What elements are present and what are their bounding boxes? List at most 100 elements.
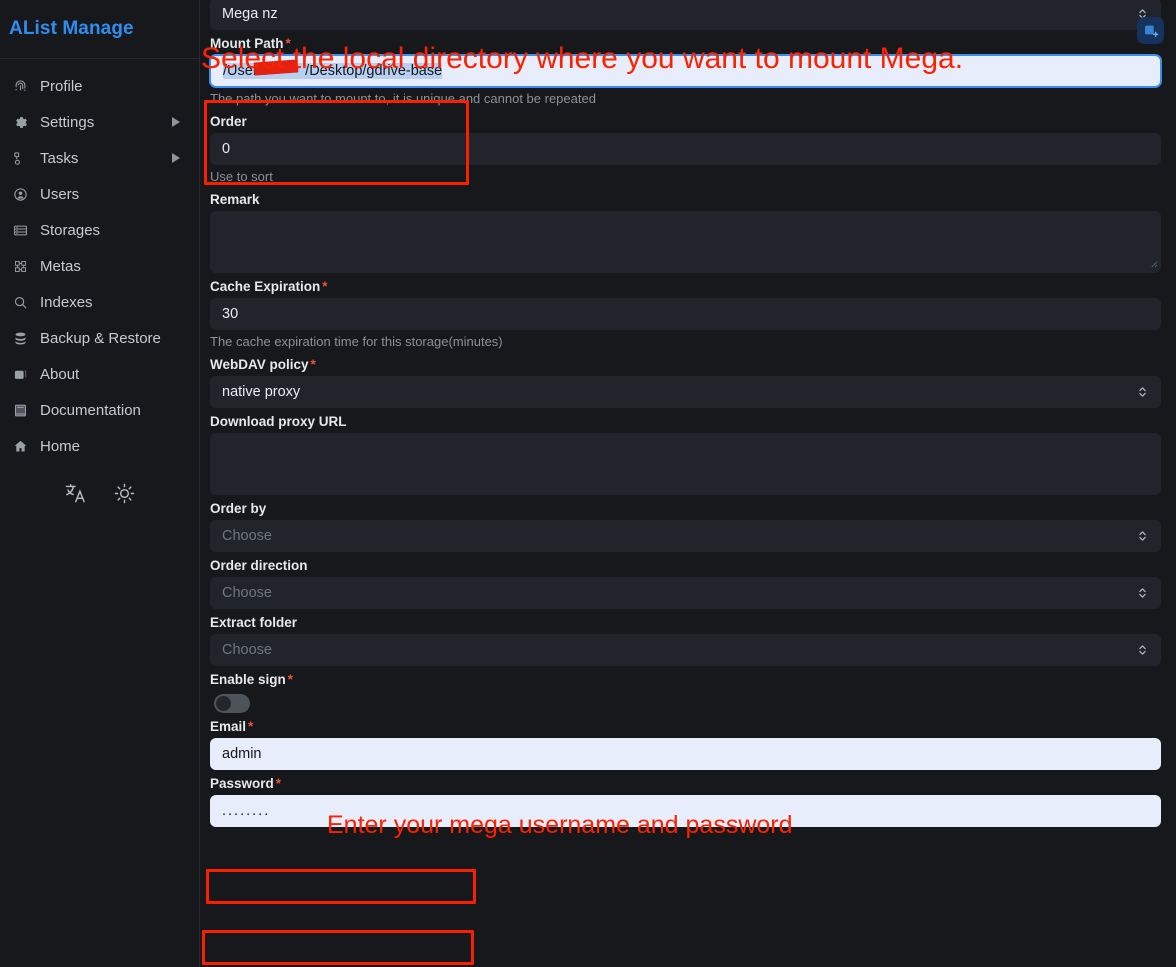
sidebar-item-label: Backup & Restore [40, 329, 161, 347]
sidebar-item-home[interactable]: Home [0, 428, 199, 464]
info-box-icon [9, 367, 31, 382]
mount-path-hint: The path you want to mount to, it is uni… [210, 91, 596, 106]
sidebar-item-label: Users [40, 185, 80, 203]
cache-expiration-input[interactable]: 30 [210, 298, 1161, 330]
order-value: 0 [222, 141, 231, 157]
sidebar-item-documentation[interactable]: Documentation [0, 392, 199, 428]
toggle-knob [216, 696, 231, 711]
driver-select[interactable]: Mega nz [210, 0, 1161, 30]
sidebar-item-indexes[interactable]: Indexes [0, 284, 199, 320]
storage-form-panel: Mega nz Mount Path* /Users/xxxxx/Desktop… [201, 0, 1176, 967]
sidebar-item-backup-restore[interactable]: Backup & Restore [0, 320, 199, 356]
chevron-right-icon[interactable] [172, 153, 180, 163]
enable-sign-label: Enable sign * [210, 672, 294, 687]
password-value: ........ [222, 803, 271, 819]
field-order-by: Order by Choose [210, 495, 1170, 552]
sidebar-item-users[interactable]: Users [0, 176, 199, 212]
mount-path-label: Mount Path * [210, 36, 291, 51]
order-hint: Use to sort [210, 169, 273, 184]
order-input[interactable]: 0 [210, 133, 1161, 165]
field-mount-path: Mount Path* /Users/xxxxx/Desktop/gdrive-… [210, 30, 1170, 108]
alist-manage-page: AList Manage Profile Settings Tasks User… [0, 0, 1176, 967]
field-extract-folder: Extract folder Choose [210, 609, 1170, 666]
sidebar-item-label: Tasks [40, 149, 79, 167]
mount-path-input[interactable]: /Users/xxxxx/Desktop/gdrive-base [210, 55, 1161, 87]
sidebar-item-about[interactable]: About [0, 356, 199, 392]
sidebar-item-label: About [40, 365, 80, 383]
sidebar-item-label: Home [40, 437, 81, 455]
field-enable-sign: Enable sign * [210, 666, 1170, 713]
order-direction-select[interactable]: Choose [210, 577, 1161, 609]
resize-grip-icon[interactable] [1149, 259, 1158, 271]
cache-expiration-hint: The cache expiration time for this stora… [210, 334, 503, 349]
extract-folder-label: Extract folder [210, 615, 298, 630]
add-storage-button[interactable] [1137, 17, 1164, 44]
field-webdav-policy: WebDAV policy * native proxy [210, 351, 1170, 408]
storage-form: Mega nz Mount Path* /Users/xxxxx/Desktop… [210, 0, 1170, 827]
field-password: Password * ........ [210, 770, 1170, 827]
metas-icon [9, 259, 31, 274]
chevron-right-icon[interactable] [172, 117, 180, 127]
order-by-select[interactable]: Choose [210, 520, 1161, 552]
topbar-actions [1137, 17, 1164, 44]
remark-textarea[interactable] [210, 211, 1161, 273]
server-icon [9, 223, 31, 238]
required-star: * [248, 719, 254, 734]
order-by-placeholder: Choose [222, 528, 272, 544]
order-direction-placeholder: Choose [222, 585, 272, 601]
webdav-policy-label: WebDAV policy * [210, 357, 316, 372]
field-email: Email * admin [210, 713, 1170, 770]
chevron-up-down-icon [1137, 586, 1148, 600]
enable-sign-toggle[interactable] [214, 694, 250, 713]
sidebar-item-label: Metas [40, 257, 81, 275]
fingerprint-icon [9, 79, 31, 94]
sidebar: AList Manage Profile Settings Tasks User… [0, 0, 200, 967]
required-star: * [275, 776, 282, 791]
gear-icon [9, 115, 31, 130]
language-icon[interactable] [64, 482, 87, 505]
field-driver: Mega nz [210, 0, 1170, 30]
extract-folder-select[interactable]: Choose [210, 634, 1161, 666]
field-order: Order 0 Use to sort [210, 108, 1170, 186]
field-order-direction: Order direction Choose [210, 552, 1170, 609]
brand-title: AList Manage [9, 18, 134, 39]
sidebar-item-label: Documentation [40, 401, 141, 419]
sidebar-item-label: Storages [40, 221, 101, 239]
user-circle-icon [9, 187, 31, 202]
password-input[interactable]: ........ [210, 795, 1161, 827]
sidebar-item-settings[interactable]: Settings [0, 104, 199, 140]
extract-folder-placeholder: Choose [222, 642, 272, 658]
theme-sun-icon[interactable] [113, 482, 136, 505]
sidebar-tools [0, 482, 199, 505]
field-remark: Remark [210, 186, 1170, 273]
sidebar-item-storages[interactable]: Storages [0, 212, 199, 248]
order-label: Order [210, 114, 247, 129]
database-icon [9, 331, 31, 346]
sidebar-item-tasks[interactable]: Tasks [0, 140, 199, 176]
sidebar-item-metas[interactable]: Metas [0, 248, 199, 284]
email-value: admin [222, 746, 262, 762]
book-icon [9, 403, 31, 418]
required-star: * [285, 36, 291, 51]
sidebar-item-label: Indexes [40, 293, 93, 311]
download-proxy-url-textarea[interactable] [210, 433, 1161, 495]
sidebar-item-label: Settings [40, 113, 95, 131]
chevron-up-down-icon [1137, 643, 1148, 657]
field-download-proxy-url: Download proxy URL [210, 408, 1170, 495]
order-direction-label: Order direction [210, 558, 308, 573]
webdav-policy-value: native proxy [222, 384, 301, 400]
webdav-policy-select[interactable]: native proxy [210, 376, 1161, 408]
required-star: * [287, 672, 294, 687]
password-label: Password * [210, 776, 282, 791]
sidebar-item-profile[interactable]: Profile [0, 68, 199, 104]
sidebar-nav: Profile Settings Tasks Users Storages Me… [0, 59, 199, 464]
brand-header[interactable]: AList Manage [0, 0, 199, 59]
order-by-label: Order by [210, 501, 267, 516]
search-icon [9, 295, 31, 310]
driver-value: Mega nz [222, 6, 278, 22]
home-icon [9, 439, 31, 454]
email-label: Email * [210, 719, 254, 734]
cache-expiration-label: Cache Expiration * [210, 279, 328, 294]
field-cache-expiration: Cache Expiration * 30 The cache expiratio… [210, 273, 1170, 351]
email-input[interactable]: admin [210, 738, 1161, 770]
